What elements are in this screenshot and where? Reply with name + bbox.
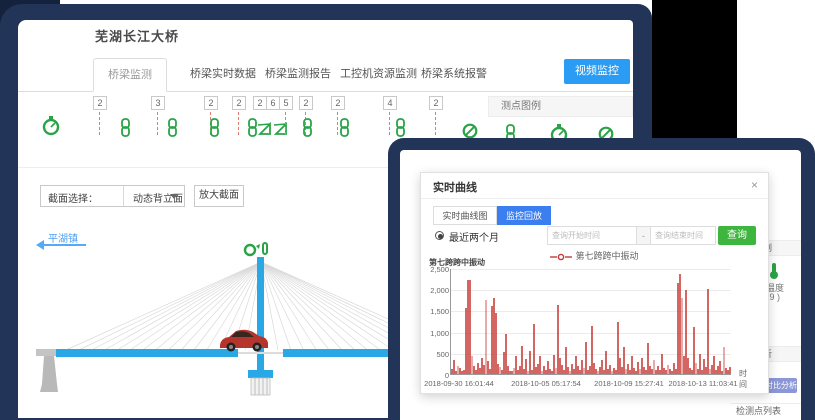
sensor-count-badge: 2 <box>232 96 246 110</box>
x-axis-tick: 2018-10-05 05:17:54 <box>511 379 581 388</box>
deck-joint <box>238 352 283 354</box>
backdrop-black-region <box>652 0 737 140</box>
y-axis-tick: 500 <box>421 350 449 359</box>
x-axis-tick: 2018-09-30 16:01:44 <box>424 379 494 388</box>
enlarge-section-button[interactable]: 放大截面 <box>194 185 244 207</box>
x-axis-name: 时间 <box>739 368 747 390</box>
pile-group <box>251 378 270 395</box>
y-axis-tick: 2,000 <box>421 286 449 295</box>
pylon-sensor-icons <box>245 243 267 255</box>
sensor-count-badge: 4 <box>383 96 397 110</box>
sensor-count-badge: 5 <box>279 96 293 110</box>
sensor-count-badge: 2 <box>253 96 267 110</box>
sensor-count-badge: 2 <box>331 96 345 110</box>
query-end-time-input[interactable] <box>650 226 716 245</box>
compare-analysis-button[interactable]: 对比分析 <box>765 378 797 393</box>
chart-bar <box>707 289 709 374</box>
sensor-count-badge: 2 <box>204 96 218 110</box>
y-axis-tick: 2,500 <box>421 265 449 274</box>
chain-link-icon <box>301 118 314 137</box>
chevron-down-icon <box>170 194 178 199</box>
chain-link-icon <box>208 118 221 137</box>
sensor-count-badge: 2 <box>93 96 107 110</box>
chain-link-icon <box>166 118 179 137</box>
sensor-count-badge: 2 <box>429 96 443 110</box>
overlay-window-card: 测点图例 温度 ( 9 ) 对比分析 对比分析 检测点列表 实时曲线 × 实时曲… <box>388 138 815 420</box>
gridline <box>451 290 731 291</box>
overlay-window-panel: 测点图例 温度 ( 9 ) 对比分析 对比分析 检测点列表 实时曲线 × 实时曲… <box>400 150 801 420</box>
modal-title: 实时曲线 <box>433 179 477 195</box>
recent-two-months-label: 最近两个月 <box>449 229 499 244</box>
select-divider <box>123 186 124 206</box>
pier-cap <box>248 370 273 378</box>
time-range-separator: - <box>637 226 650 245</box>
measure-point-list-header: 检测点列表 <box>730 403 801 419</box>
tab-monitor-playback[interactable]: 监控回放 <box>497 206 551 225</box>
video-surveillance-button[interactable]: 视频监控 <box>564 59 630 84</box>
gauge-icon <box>42 116 60 136</box>
chain-link-icon <box>338 118 351 137</box>
x-axis-tick: 2018-10-13 11:03:41 <box>668 379 737 388</box>
red-dashed-line <box>157 112 158 135</box>
thermometer-icon <box>768 262 780 280</box>
modal-title-divider <box>421 198 768 199</box>
page-title: 芜湖长江大桥 <box>95 26 179 45</box>
red-dashed-line <box>99 112 100 135</box>
tab-bridge-system-alarm[interactable]: 桥梁系统报警 <box>407 58 501 92</box>
chart-bar <box>729 367 731 374</box>
gridline <box>451 269 731 270</box>
realtime-curve-modal: 实时曲线 × 实时曲线图 监控回放 最近两个月 - 查询 第七跨跨中振动 第七跨… <box>420 172 769 394</box>
red-dashed-line <box>238 112 239 135</box>
chain-link-icon <box>394 118 407 137</box>
chart-plot: 2,500 2,000 1,500 1,000 500 0 2018-09-30… <box>450 269 731 375</box>
close-icon[interactable]: × <box>751 178 758 192</box>
legend-panel-header: 测点图例 <box>488 96 633 117</box>
section-select-label: 截面选择： <box>48 190 98 205</box>
sensor-count-badge: 6 <box>266 96 280 110</box>
prohibition-icon <box>462 123 478 139</box>
legend-series-name: 第七跨跨中振动 <box>575 251 638 261</box>
chart-bar <box>585 342 587 374</box>
recent-two-months-radio[interactable] <box>435 231 444 240</box>
main-tabbar: 桥梁监测 桥梁实时数据 桥梁监测报告 工控机资源监测 桥梁系统报警 <box>18 58 633 92</box>
tab-realtime-curve-chart[interactable]: 实时曲线图 <box>433 206 497 225</box>
radio-dot <box>438 234 443 239</box>
red-dashed-line <box>435 112 436 135</box>
section-select-control[interactable]: 截面选择： 动态背立面 <box>40 185 185 207</box>
x-axis-tick: 2018-10-09 15:27:41 <box>594 379 664 388</box>
query-button[interactable]: 查询 <box>718 226 756 245</box>
chain-link-icon <box>119 118 132 137</box>
y-axis-tick: 1,500 <box>421 307 449 316</box>
sensor-count-badge: 2 <box>299 96 313 110</box>
red-dashed-line <box>285 112 286 135</box>
bridge-deck-left <box>56 349 238 357</box>
query-start-time-input[interactable] <box>547 226 637 245</box>
y-axis-tick: 1,000 <box>421 329 449 338</box>
sensor-count-badge: 3 <box>151 96 165 110</box>
bridge-pylon <box>257 257 264 372</box>
red-dashed-line <box>389 112 390 135</box>
legend-marker-icon <box>550 253 572 261</box>
crane-sensor-icon <box>258 120 292 136</box>
tab-bridge-monitoring[interactable]: 桥梁监测 <box>93 58 167 92</box>
